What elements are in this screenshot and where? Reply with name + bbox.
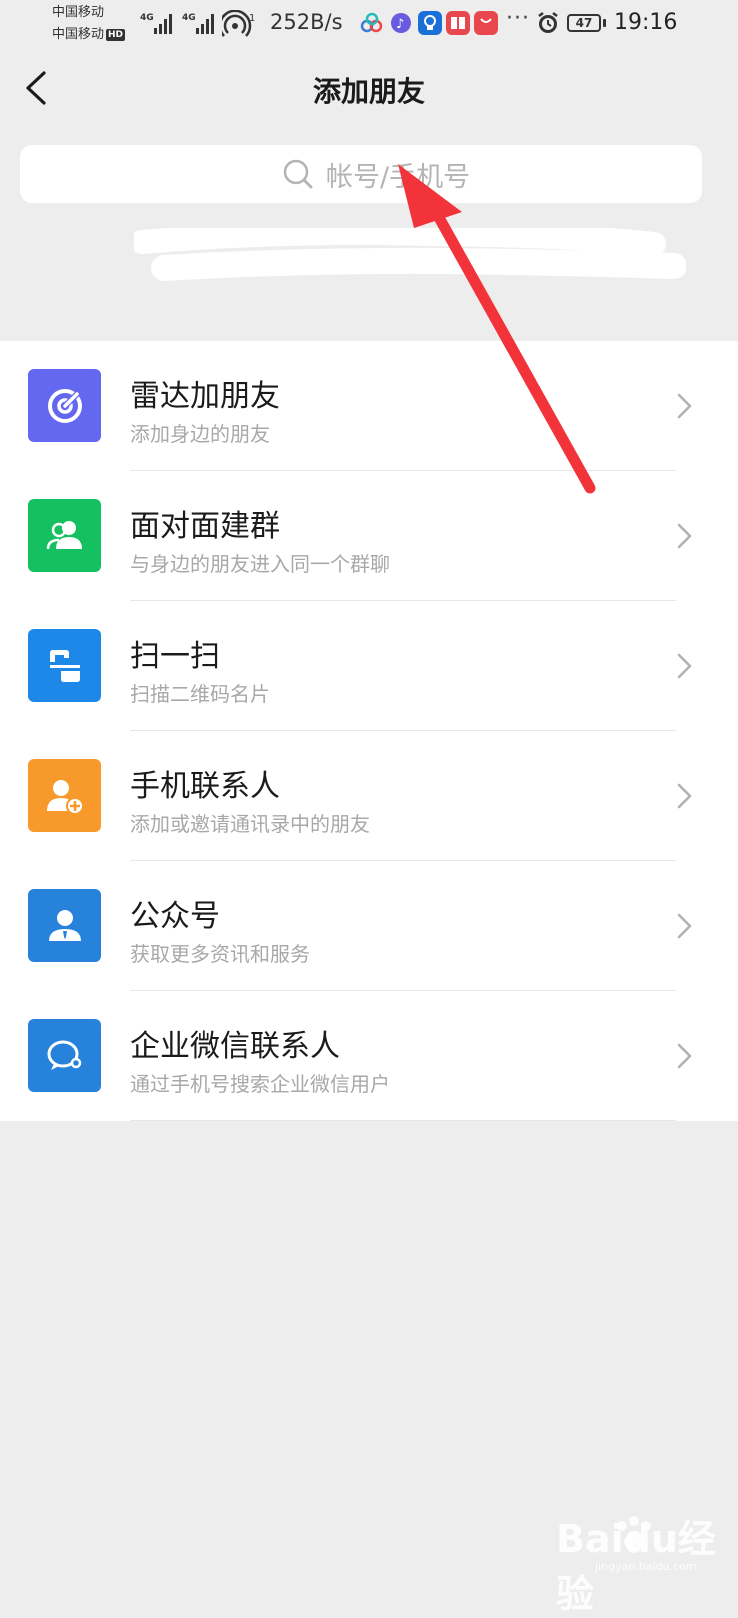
cloud-app-icon (360, 12, 383, 33)
search-placeholder: 帐号/手机号 (326, 161, 471, 193)
chevron-right-icon (677, 393, 692, 419)
carrier-1-label: 中国移动 (52, 5, 105, 20)
chevron-right-icon (677, 913, 692, 939)
book-app-icon (446, 11, 470, 35)
add-friend-options: 雷达加朋友 添加身边的朋友 面对面建群 与身边的朋友进入同一个群聊 扫一扫 扫描… (0, 341, 738, 1121)
official-account-icon (28, 889, 101, 962)
menu-item-official-account[interactable]: 公众号 获取更多资讯和服务 (0, 861, 738, 991)
menu-item-subtitle: 添加身边的朋友 (130, 422, 270, 446)
carrier-2-label: 中国移动 HD (52, 27, 126, 42)
header: 添加朋友 (0, 48, 738, 128)
page-title: 添加朋友 (312, 75, 425, 108)
menu-item-title: 扫一扫 (130, 639, 220, 674)
battery-tip (603, 19, 606, 27)
store-app-icon (474, 11, 498, 35)
menu-item-radar[interactable]: 雷达加朋友 添加身边的朋友 (0, 341, 738, 471)
music-app-icon: ♪ (391, 13, 411, 33)
menu-item-subtitle: 通过手机号搜索企业微信用户 (130, 1072, 390, 1096)
menu-item-title: 公众号 (130, 899, 220, 934)
menu-item-title: 面对面建群 (130, 509, 280, 544)
signal-2-icon: 4G (182, 13, 214, 34)
battery-indicator: 47 (567, 14, 601, 32)
scan-icon (28, 629, 101, 702)
chevron-right-icon (677, 653, 692, 679)
svg-text:♪: ♪ (396, 17, 404, 32)
menu-item-phone-contacts[interactable]: 手机联系人 添加或邀请通讯录中的朋友 (0, 731, 738, 861)
phone-contacts-icon (28, 759, 101, 832)
menu-item-scan[interactable]: 扫一扫 扫描二维码名片 (0, 601, 738, 731)
hotspot-count: 1 (249, 13, 255, 24)
search-inner: 帐号/手机号 (282, 158, 470, 193)
network-speed: 252B/s (270, 10, 343, 34)
watermark-subtext: jingyan.baidu.com (595, 1560, 697, 1573)
chevron-right-icon (677, 1043, 692, 1069)
clock: 19:16 (614, 10, 678, 35)
alarm-icon (538, 12, 558, 33)
signal-1-icon: 4G (140, 13, 172, 34)
hd-badge: HD (106, 28, 126, 41)
chevron-right-icon (677, 523, 692, 549)
search-icon (283, 159, 313, 189)
menu-item-title: 企业微信联系人 (130, 1029, 340, 1064)
menu-item-subtitle: 添加或邀请通讯录中的朋友 (130, 812, 370, 836)
radar-icon (28, 369, 101, 442)
hotspot-icon: 1 (222, 10, 255, 37)
search-input[interactable]: 帐号/手机号 (20, 145, 702, 203)
more-notifications-icon: ··· (506, 6, 530, 31)
net-type-1-label: 4G (140, 13, 154, 23)
carrier-2-text: 中国移动 (52, 27, 105, 42)
menu-item-title: 手机联系人 (130, 769, 280, 804)
net-type-2-label: 4G (182, 13, 196, 23)
face-to-face-group-icon (28, 499, 101, 572)
wecom-contacts-icon (28, 1019, 101, 1092)
menu-item-title: 雷达加朋友 (130, 379, 280, 414)
chevron-right-icon (677, 783, 692, 809)
menu-item-wecom-contacts[interactable]: 企业微信联系人 通过手机号搜索企业微信用户 (0, 991, 738, 1121)
redaction-scribble (134, 228, 686, 281)
menu-item-subtitle: 与身边的朋友进入同一个群聊 (130, 552, 390, 576)
menu-item-subtitle: 获取更多资讯和服务 (130, 942, 310, 966)
menu-item-subtitle: 扫描二维码名片 (130, 682, 270, 706)
bulb-app-icon (418, 11, 442, 35)
menu-item-face-to-face-group[interactable]: 面对面建群 与身边的朋友进入同一个群聊 (0, 471, 738, 601)
divider (130, 1120, 676, 1121)
status-bar: 中国移动 中国移动 HD 4G 4G 1 252B/s ♪ ··· 47 19:… (0, 0, 738, 48)
